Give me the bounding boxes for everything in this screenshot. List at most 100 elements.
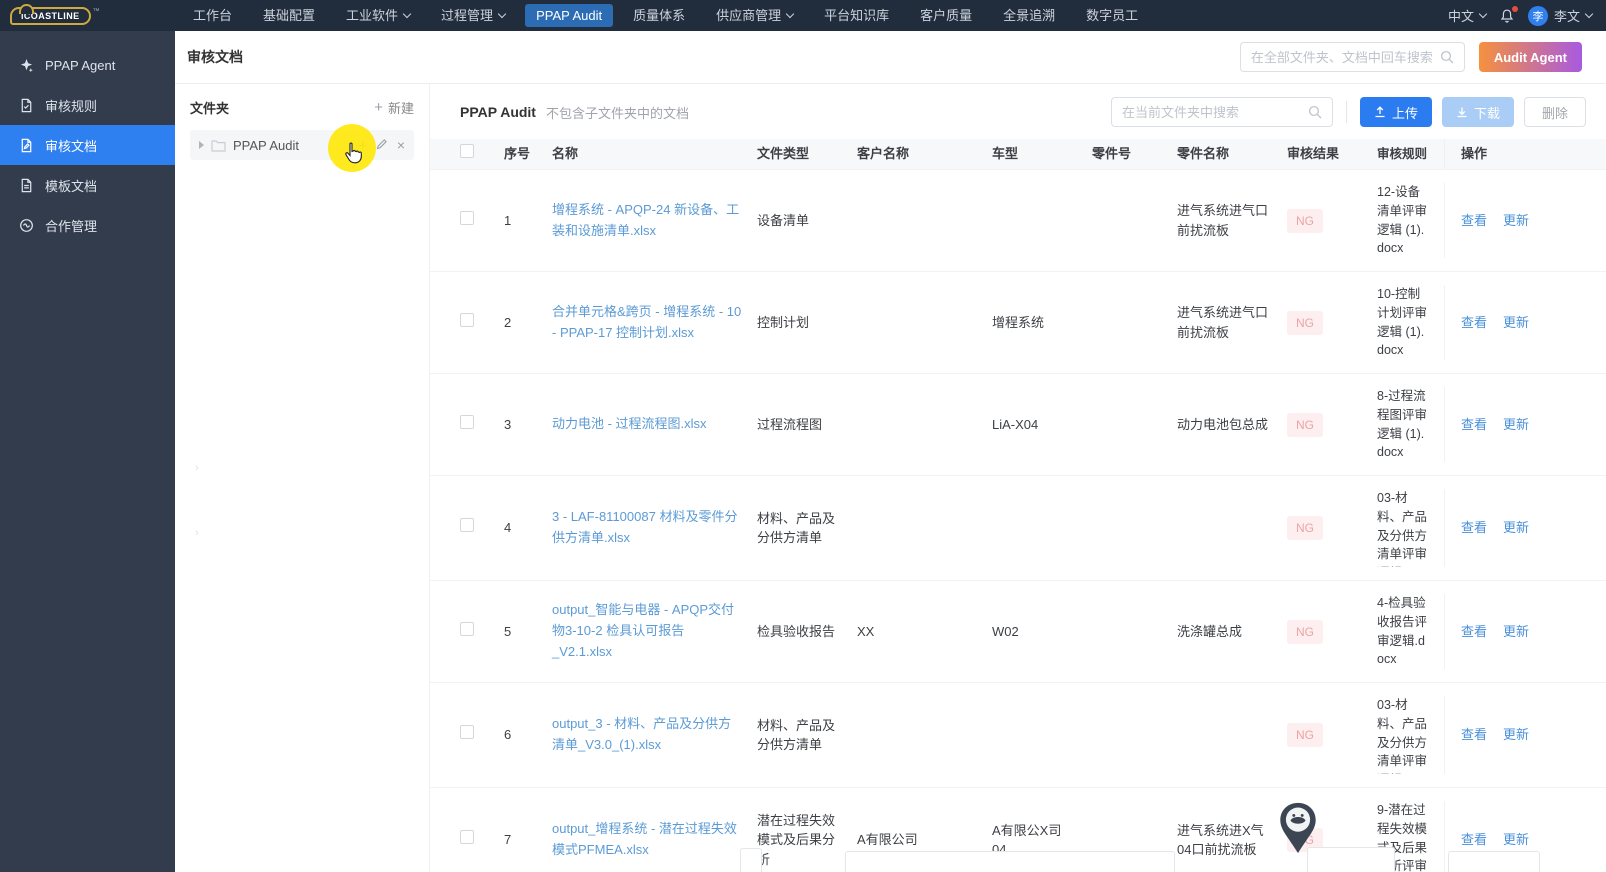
row-checkbox-cell — [430, 725, 504, 745]
folder-name: PPAP Audit — [233, 137, 300, 153]
nav-item-label: 客户质量 — [920, 8, 973, 23]
doc-name-link[interactable]: 合并单元格&跨页 - 增程系统 - 10 - PPAP-17 控制计划.xlsx — [552, 302, 743, 344]
column-header-check — [430, 144, 504, 164]
doc-name-link[interactable]: 动力电池 - 过程流程图.xlsx — [552, 414, 707, 435]
view-link[interactable]: 查看 — [1461, 211, 1487, 231]
row-checkbox[interactable] — [460, 725, 474, 740]
cell-rule: 10-控制计划评审逻辑 (1).docx — [1377, 287, 1428, 358]
update-link[interactable]: 更新 — [1503, 725, 1529, 745]
add-file-icon[interactable]: + — [359, 138, 367, 152]
row-checkbox[interactable] — [460, 210, 474, 225]
sidebar-item-模板文档[interactable]: 模板文档 — [0, 165, 175, 205]
folder-tree-item[interactable]: PPAP Audit + × — [190, 130, 414, 160]
language-switcher[interactable]: 中文 — [1448, 6, 1488, 25]
app-screen: iCOASTLINE ™ 工作台 基础配置 工业软件 过程管理 PPAP Audit 质量… — [0, 0, 1606, 872]
nav-item-质量体系[interactable]: 质量体系 — [622, 4, 696, 27]
view-link[interactable]: 查看 — [1461, 622, 1487, 642]
sidebar-item-审核规则[interactable]: 审核规则 — [0, 85, 175, 125]
row-checkbox-cell — [430, 414, 504, 435]
edit-folder-icon[interactable] — [376, 138, 388, 152]
sidebar-item-label: 审核规则 — [45, 98, 98, 114]
cell-type: 过程流程图 — [757, 416, 823, 432]
cell-model: 增程系统 — [992, 314, 1045, 330]
row-checkbox[interactable] — [460, 830, 474, 845]
cell-result: NG — [1287, 412, 1377, 437]
cell-name: 3 - LAF-81100087 材料及零件分供方清单.xlsx — [552, 507, 757, 549]
update-link[interactable]: 更新 — [1503, 518, 1529, 538]
upload-button[interactable]: 上传 — [1359, 97, 1432, 127]
update-link[interactable]: 更新 — [1503, 211, 1529, 231]
cell-seq: 6 — [504, 727, 512, 743]
row-checkbox[interactable] — [460, 414, 474, 429]
column-header-name: 名称 — [552, 146, 579, 162]
view-link[interactable]: 查看 — [1461, 415, 1487, 435]
cell-name: output_智能与电器 - APQP交付物3-10-2 检具认可报告_V2.1… — [552, 600, 757, 662]
chevron-down-icon — [1478, 9, 1488, 19]
table-body: 1 增程系统 - APQP-24 新设备、工装和设施清单.xlsx 设备清单 进气系统… — [430, 169, 1606, 872]
sidebar-item-审核文档[interactable]: 审核文档 — [0, 125, 175, 165]
expand-caret-icon[interactable] — [199, 141, 204, 149]
sidebar-item-合作管理[interactable]: 合作管理 — [0, 205, 175, 245]
cell-type: 潜在过程失效模式及后果分析 — [757, 812, 836, 867]
nav-item-PPAP Audit[interactable]: PPAP Audit — [525, 4, 614, 27]
doc-lines-icon — [19, 178, 34, 193]
nav-item-label: 供应商管理 — [716, 8, 782, 23]
pagination-ghost — [845, 851, 1175, 872]
cell-result: NG — [1287, 516, 1377, 540]
table-row: 3 动力电池 - 过程流程图.xlsx 过程流程图 LiA-X04 动力电池包总成 NG 8… — [430, 373, 1606, 475]
chevron-down-icon — [402, 9, 412, 19]
delete-folder-icon[interactable]: × — [397, 138, 405, 152]
audit-agent-button[interactable]: Audit Agent — [1478, 42, 1582, 72]
nav-item-过程管理[interactable]: 过程管理 — [430, 4, 516, 27]
doc-check-icon — [19, 98, 34, 113]
view-link[interactable]: 查看 — [1461, 830, 1487, 850]
table-row: 2 合并单元格&跨页 - 增程系统 - 10 - PPAP-17 控制计划.xls… — [430, 271, 1606, 373]
nav-item-label: 基础配置 — [263, 8, 316, 23]
download-button[interactable]: 下载 — [1441, 97, 1514, 127]
update-link[interactable]: 更新 — [1503, 415, 1529, 435]
doc-name-link[interactable]: output_增程系统 - 潜在过程失效模式PFMEA.xlsx — [552, 819, 743, 861]
audit-result-badge: NG — [1287, 208, 1323, 233]
user-menu[interactable]: 李 李文 — [1527, 5, 1594, 26]
view-link[interactable]: 查看 — [1461, 518, 1487, 538]
cell-seq: 3 — [504, 416, 512, 432]
select-all-checkbox[interactable] — [460, 144, 474, 159]
row-checkbox[interactable] — [460, 621, 474, 636]
doc-name-link[interactable]: 增程系统 - APQP-24 新设备、工装和设施清单.xlsx — [552, 200, 743, 242]
nav-item-平台知识库[interactable]: 平台知识库 — [813, 4, 900, 27]
view-link[interactable]: 查看 — [1461, 725, 1487, 745]
doc-name-link[interactable]: output_3 - 材料、产品及分供方清单_V3.0_(1).xlsx — [552, 714, 743, 756]
update-link[interactable]: 更新 — [1503, 622, 1529, 642]
sidebar-item-PPAP Agent[interactable]: PPAP Agent — [0, 45, 175, 85]
nav-item-供应商管理[interactable]: 供应商管理 — [705, 4, 804, 27]
new-folder-button[interactable]: + 新建 — [374, 98, 414, 117]
nav-item-客户质量[interactable]: 客户质量 — [909, 4, 983, 27]
cell-name: output_增程系统 - 潜在过程失效模式PFMEA.xlsx — [552, 819, 757, 861]
doc-edit-icon — [19, 138, 34, 153]
main-panel: PPAP Audit 不包含子文件夹中的文档 上传 — [430, 84, 1606, 872]
cell-operations: 查看 更新 — [1444, 285, 1606, 360]
update-link[interactable]: 更新 — [1503, 830, 1529, 850]
nav-item-基础配置[interactable]: 基础配置 — [252, 4, 326, 27]
doc-name-link[interactable]: 3 - LAF-81100087 材料及零件分供方清单.xlsx — [552, 507, 743, 549]
nav-item-全景追溯[interactable]: 全景追溯 — [992, 4, 1066, 27]
row-checkbox-cell — [430, 312, 504, 333]
cell-operations: 查看 更新 — [1444, 183, 1606, 258]
folder-search-input[interactable] — [1121, 104, 1308, 120]
update-link[interactable]: 更新 — [1503, 313, 1529, 333]
notification-bell-icon[interactable] — [1499, 5, 1518, 24]
view-link[interactable]: 查看 — [1461, 313, 1487, 333]
table-row: 5 output_智能与电器 - APQP交付物3-10-2 检具认可报告_V2.… — [430, 580, 1606, 682]
cell-rule: 12-设备清单评审逻辑 (1).docx — [1377, 185, 1428, 256]
nav-item-数字员工[interactable]: 数字员工 — [1075, 4, 1149, 27]
nav-item-工业软件[interactable]: 工业软件 — [335, 4, 421, 27]
pagination-ghost — [1448, 851, 1540, 872]
nav-item-工作台[interactable]: 工作台 — [182, 4, 243, 27]
delete-button[interactable]: 删除 — [1523, 97, 1586, 127]
cell-customer: XX — [857, 623, 875, 639]
row-checkbox[interactable] — [460, 518, 474, 533]
doc-name-link[interactable]: output_智能与电器 - APQP交付物3-10-2 检具认可报告_V2.1… — [552, 600, 743, 662]
global-search-input[interactable] — [1250, 49, 1440, 65]
top-nav-items: 工作台 基础配置 工业软件 过程管理 PPAP Audit 质量体系 供应商管理 平台知识库 客… — [182, 4, 1149, 27]
row-checkbox[interactable] — [460, 312, 474, 327]
